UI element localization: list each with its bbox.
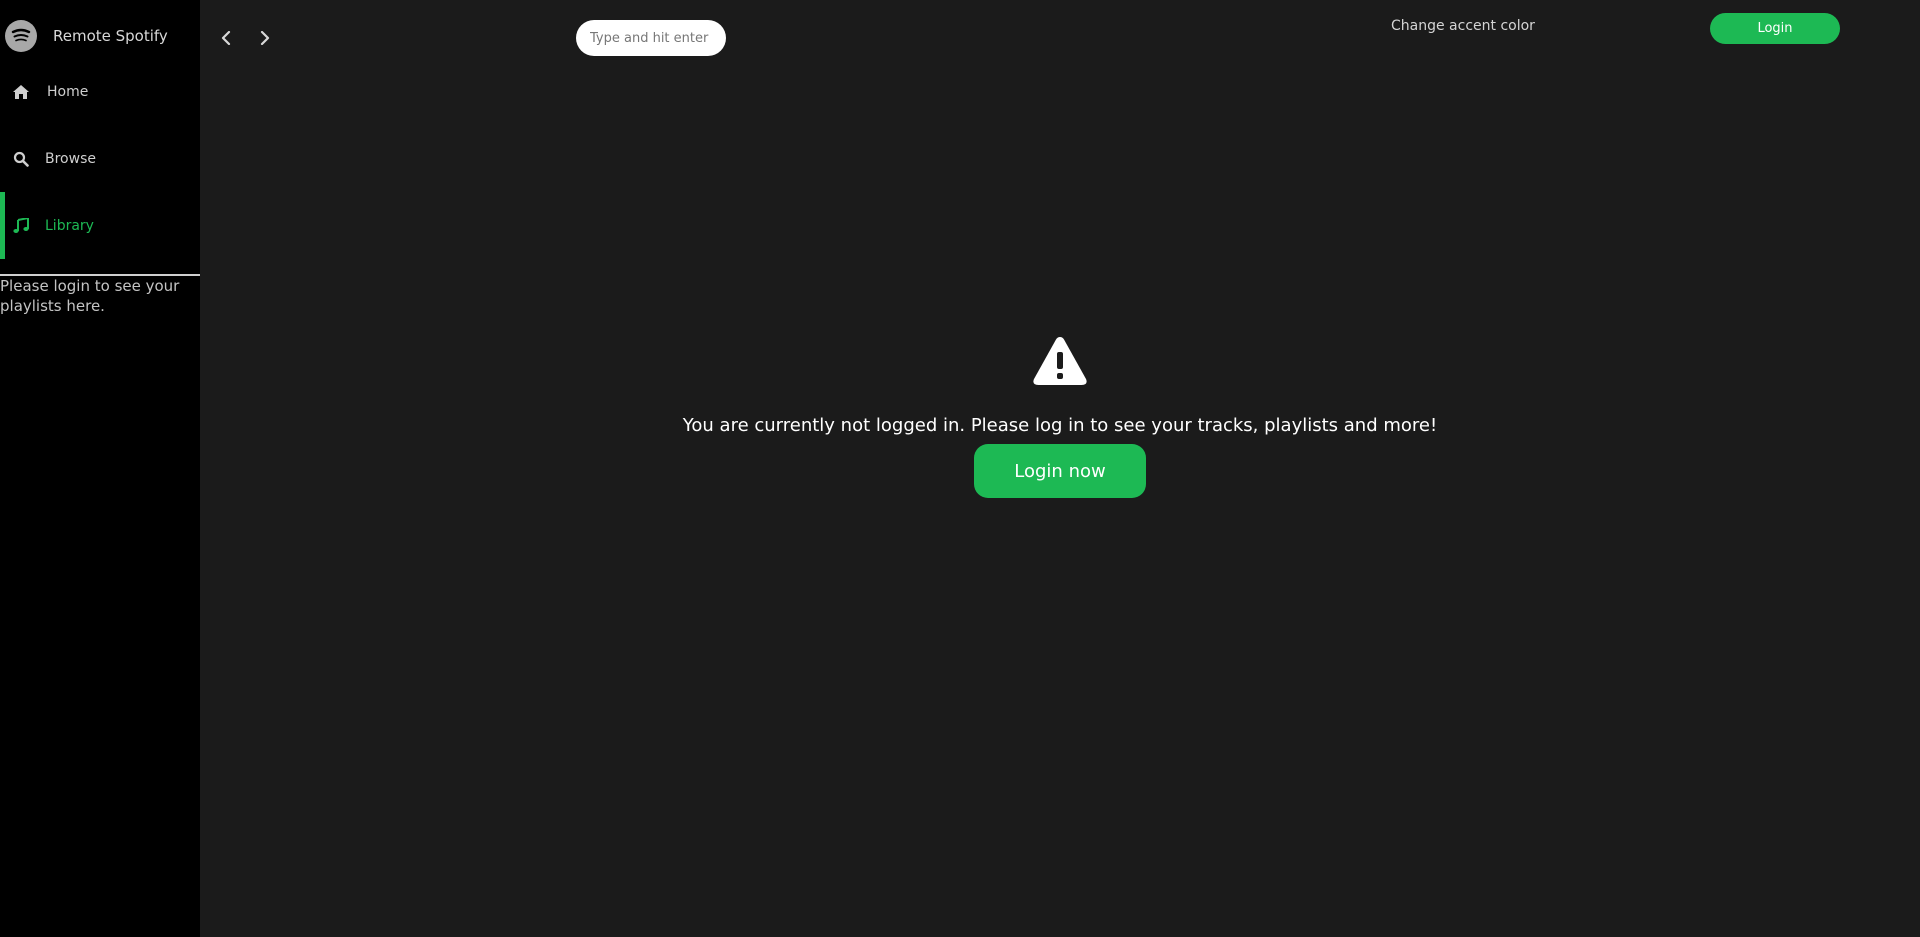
- music-note-icon: [12, 217, 30, 235]
- not-logged-in-message: You are currently not logged in. Please …: [682, 415, 1438, 436]
- login-button[interactable]: Login: [1710, 13, 1840, 44]
- search-icon: [12, 150, 30, 168]
- sidebar-item-browse[interactable]: Browse: [0, 125, 200, 192]
- spotify-logo-icon: [5, 20, 37, 52]
- chevron-left-icon: [221, 31, 231, 45]
- brand[interactable]: Remote Spotify: [5, 20, 168, 52]
- sidebar: Remote Spotify Home Browse Library Pleas…: [0, 0, 200, 937]
- home-icon: [12, 83, 30, 101]
- forward-button[interactable]: [253, 26, 277, 50]
- chevron-right-icon: [260, 31, 270, 45]
- app-root: Remote Spotify Home Browse Library Pleas…: [0, 0, 1920, 937]
- app-title: Remote Spotify: [53, 27, 168, 45]
- back-button[interactable]: [214, 26, 238, 50]
- change-accent-color-link[interactable]: Change accent color: [1391, 18, 1535, 38]
- sidebar-item-label: Library: [45, 217, 94, 234]
- sidebar-item-library[interactable]: Library: [0, 192, 200, 259]
- sidebar-item-label: Browse: [45, 150, 96, 167]
- login-notice: You are currently not logged in. Please …: [200, 335, 1920, 498]
- playlists-login-message: Please login to see your playlists here.: [0, 277, 180, 315]
- sidebar-item-home[interactable]: Home: [0, 58, 200, 125]
- warning-icon: [1033, 337, 1087, 385]
- search-input[interactable]: [576, 20, 726, 56]
- active-indicator: [0, 192, 5, 259]
- sidebar-item-label: Home: [47, 83, 89, 100]
- login-now-button[interactable]: Login now: [974, 444, 1146, 498]
